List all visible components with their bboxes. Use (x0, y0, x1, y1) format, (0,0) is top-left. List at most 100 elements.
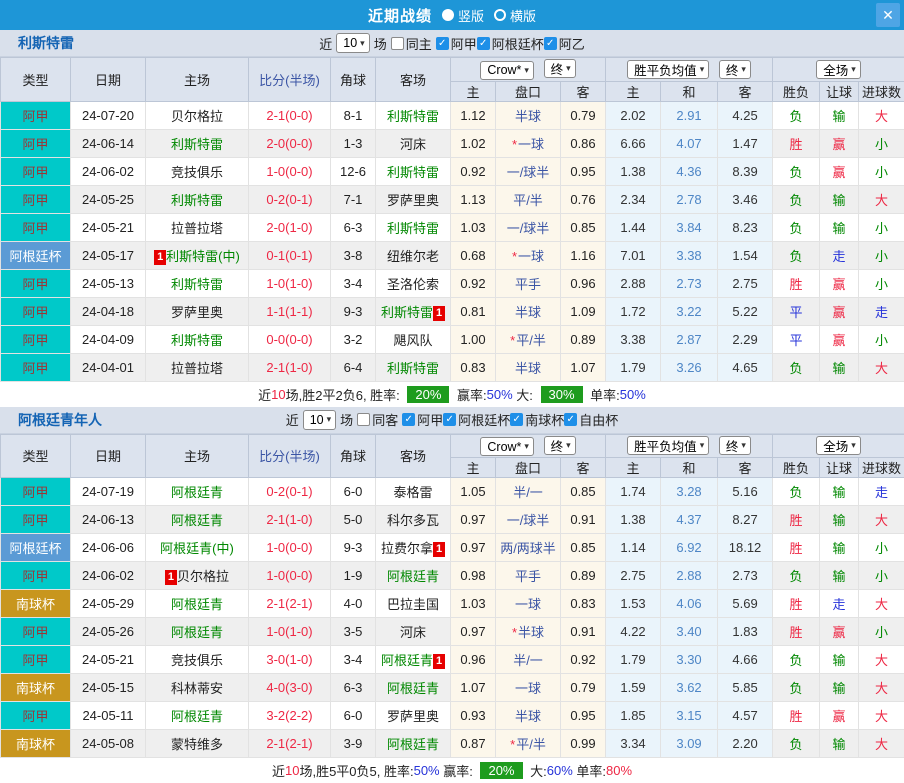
odds-home: 0.97 (451, 534, 496, 562)
recommend-star-icon: * (512, 137, 517, 152)
summary-text: 近 (272, 761, 285, 780)
chevron-down-icon: ▾ (360, 38, 365, 49)
result-goals: 小 (859, 269, 904, 297)
odds-home: 1.03 (451, 213, 496, 241)
league-badge: 南球杯 (1, 590, 71, 618)
avg-away: 3.46 (718, 185, 773, 213)
bookmaker-select[interactable]: Crow* ▾ (480, 61, 534, 80)
odds-final-select[interactable]: 终 ▾ (544, 59, 576, 78)
chevron-down-icon: ▾ (700, 64, 705, 75)
league-badge: 阿甲 (1, 297, 71, 325)
handicap: 半球 (496, 297, 561, 325)
summary-text: 大: (513, 385, 537, 404)
odds-home: 1.05 (451, 478, 496, 506)
odds-away: 1.07 (561, 353, 606, 381)
avg-draw: 6.92 (661, 534, 718, 562)
match-row: 南球杯24-05-29阿根廷青2-1(2-1)4-0巴拉圭国1.03一球0.83… (1, 590, 904, 618)
odds-away: 0.79 (561, 101, 606, 129)
team-section: 阿根廷青年人 近 10 ▾ 场 同客 ✓阿甲✓阿根廷杯✓南球杯✓自由杯 (0, 407, 904, 783)
match-date: 24-06-06 (71, 534, 146, 562)
handicap: 平手 (496, 562, 561, 590)
league-filters: ✓阿甲✓阿根廷杯✓南球杯✓自由杯 (402, 410, 618, 429)
odds-away: 1.16 (561, 241, 606, 269)
avg-final-select[interactable]: 终 ▾ (719, 60, 751, 79)
league-checkbox-1[interactable]: ✓阿甲 (402, 410, 443, 429)
result-handicap: 输 (820, 213, 859, 241)
avg-home: 1.14 (606, 534, 661, 562)
league-checkbox-2[interactable]: ✓阿根廷杯 (443, 410, 510, 429)
col-header-goals: 进球数 (859, 81, 904, 101)
handicap: *平/半 (496, 730, 561, 758)
avg-odds-select[interactable]: 胜平负均值 ▾ (627, 436, 709, 455)
checkbox-checked-icon: ✓ (510, 413, 523, 426)
handicap: 平/半 (496, 185, 561, 213)
league-badge: 阿甲 (1, 213, 71, 241)
layout-vertical-radio[interactable]: 竖版 (442, 6, 484, 25)
avg-home: 2.02 (606, 101, 661, 129)
odds-home: 0.83 (451, 353, 496, 381)
odds-final-select[interactable]: 终 ▾ (544, 436, 576, 455)
corners: 6-3 (331, 674, 376, 702)
close-button[interactable]: ✕ (876, 3, 900, 27)
col-header-odds-home: 主 (451, 81, 496, 101)
avg-odds-select[interactable]: 胜平负均值 ▾ (627, 60, 709, 79)
result-wdl: 胜 (773, 269, 820, 297)
handicap: 一球 (496, 590, 561, 618)
radio-horizontal-label: 横版 (510, 6, 536, 25)
result-goals: 走 (859, 297, 904, 325)
same-venue-checkbox[interactable]: 同主 (391, 34, 432, 53)
same-venue-checkbox[interactable]: 同客 (357, 410, 398, 429)
games-count-select[interactable]: 10 ▾ (336, 33, 369, 53)
summary-text: 赢率: (453, 385, 486, 404)
score-cell: 3-0(1-0) (249, 646, 331, 674)
checkbox-icon (357, 413, 370, 426)
league-checkbox-1[interactable]: ✓阿甲 (436, 34, 477, 53)
home-team: 利斯特雷 (146, 129, 249, 157)
match-date: 24-04-09 (71, 325, 146, 353)
home-team: 拉普拉塔 (146, 353, 249, 381)
recommend-star-icon: * (510, 737, 515, 752)
col-header-avg-draw: 和 (661, 458, 718, 478)
section-header: 利斯特雷 近 10 ▾ 场 同主 ✓阿甲✓阿根廷杯✓阿乙 (0, 30, 904, 57)
odds-home: 1.07 (451, 674, 496, 702)
league-checkbox-2[interactable]: ✓阿根廷杯 (477, 34, 544, 53)
scope-select[interactable]: 全场 ▾ (816, 436, 861, 455)
result-wdl: 负 (773, 185, 820, 213)
avg-draw: 3.09 (661, 730, 718, 758)
layout-horizontal-radio[interactable]: 横版 (494, 6, 536, 25)
score-cell: 0-2(0-1) (249, 185, 331, 213)
avg-home: 1.38 (606, 157, 661, 185)
score-cell: 0-0(0-0) (249, 325, 331, 353)
result-goals: 大 (859, 730, 904, 758)
odds-home: 0.68 (451, 241, 496, 269)
games-count-select[interactable]: 10 ▾ (303, 410, 336, 430)
avg-home: 1.85 (606, 702, 661, 730)
avg-group-header: 胜平负均值 ▾ 终 ▾ (606, 434, 773, 458)
col-header-corner: 角球 (331, 58, 376, 102)
league-checkbox-4[interactable]: ✓自由杯 (564, 410, 618, 429)
score-cell: 1-0(1-0) (249, 269, 331, 297)
summary-text: 单率: (587, 385, 620, 404)
scope-select[interactable]: 全场 ▾ (816, 60, 861, 79)
corners: 6-0 (331, 478, 376, 506)
avg-final-select[interactable]: 终 ▾ (719, 436, 751, 455)
avg-home: 1.44 (606, 213, 661, 241)
full-time-score: 1-0 (266, 164, 285, 179)
avg-away: 1.47 (718, 129, 773, 157)
score-cell: 4-0(3-0) (249, 674, 331, 702)
chevron-down-icon: ▾ (566, 63, 571, 74)
handicap: 一/球半 (496, 157, 561, 185)
col-header-away: 客场 (376, 58, 451, 102)
odds-home: 1.13 (451, 185, 496, 213)
league-checkbox-3[interactable]: ✓阿乙 (544, 34, 585, 53)
avg-home: 4.22 (606, 618, 661, 646)
match-date: 24-04-01 (71, 353, 146, 381)
red-card-badge: 1 (433, 654, 445, 669)
col-header-away: 客场 (376, 434, 451, 478)
half-time-score: (2-2) (285, 708, 312, 723)
result-handicap: 输 (820, 353, 859, 381)
bookmaker-select[interactable]: Crow* ▾ (480, 437, 534, 456)
match-row: 南球杯24-05-15科林蒂安4-0(3-0)6-3阿根廷青1.07一球0.79… (1, 674, 904, 702)
result-handicap: 输 (820, 101, 859, 129)
league-checkbox-3[interactable]: ✓南球杯 (510, 410, 564, 429)
